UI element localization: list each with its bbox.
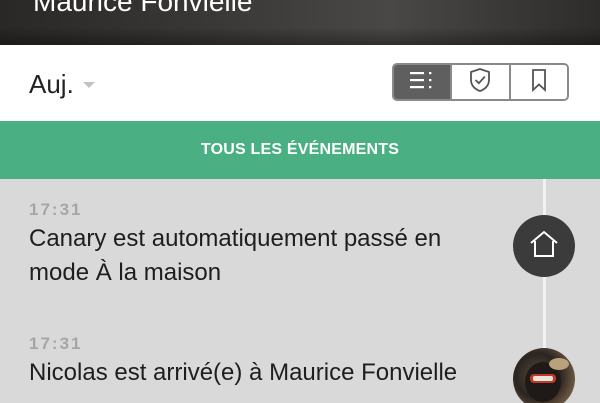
shield-icon (468, 67, 492, 98)
view-toggle-group (392, 63, 569, 101)
chevron-down-icon (82, 82, 95, 88)
bookmark-icon (529, 68, 549, 97)
security-view-button[interactable] (452, 65, 511, 99)
date-filter-dropdown[interactable]: Auj. (29, 67, 95, 101)
list-icon (409, 69, 435, 96)
event-item[interactable]: 17:31 Nicolas est arrivé(e) à Maurice Fo… (29, 334, 499, 390)
location-hero-image: Maurice Fonvielle (0, 0, 600, 45)
date-filter-label: Auj. (29, 68, 74, 99)
toolbar: Auj. (0, 45, 600, 121)
event-time: 17:31 (29, 334, 83, 353)
event-item[interactable]: 17:31 Canary est automatiquement passé e… (29, 200, 499, 290)
home-icon (527, 229, 561, 264)
event-text: Nicolas est arrivé(e) à Maurice Fonviell… (29, 359, 458, 386)
bookmark-view-button[interactable] (510, 65, 567, 99)
all-events-label: TOUS LES ÉVÉNEMENTS (200, 141, 400, 158)
event-text: Canary est automatiquement passé en mode… (29, 225, 442, 286)
all-events-banner[interactable]: TOUS LES ÉVÉNEMENTS (0, 121, 600, 179)
avatar-photo-icon (525, 358, 569, 402)
list-view-button[interactable] (394, 65, 453, 99)
event-timeline[interactable]: 17:31 Canary est automatiquement passé e… (0, 179, 600, 403)
home-mode-badge (513, 215, 575, 277)
avatar[interactable] (513, 348, 575, 403)
location-title: Maurice Fonvielle (33, 0, 253, 17)
event-time: 17:31 (29, 200, 83, 219)
